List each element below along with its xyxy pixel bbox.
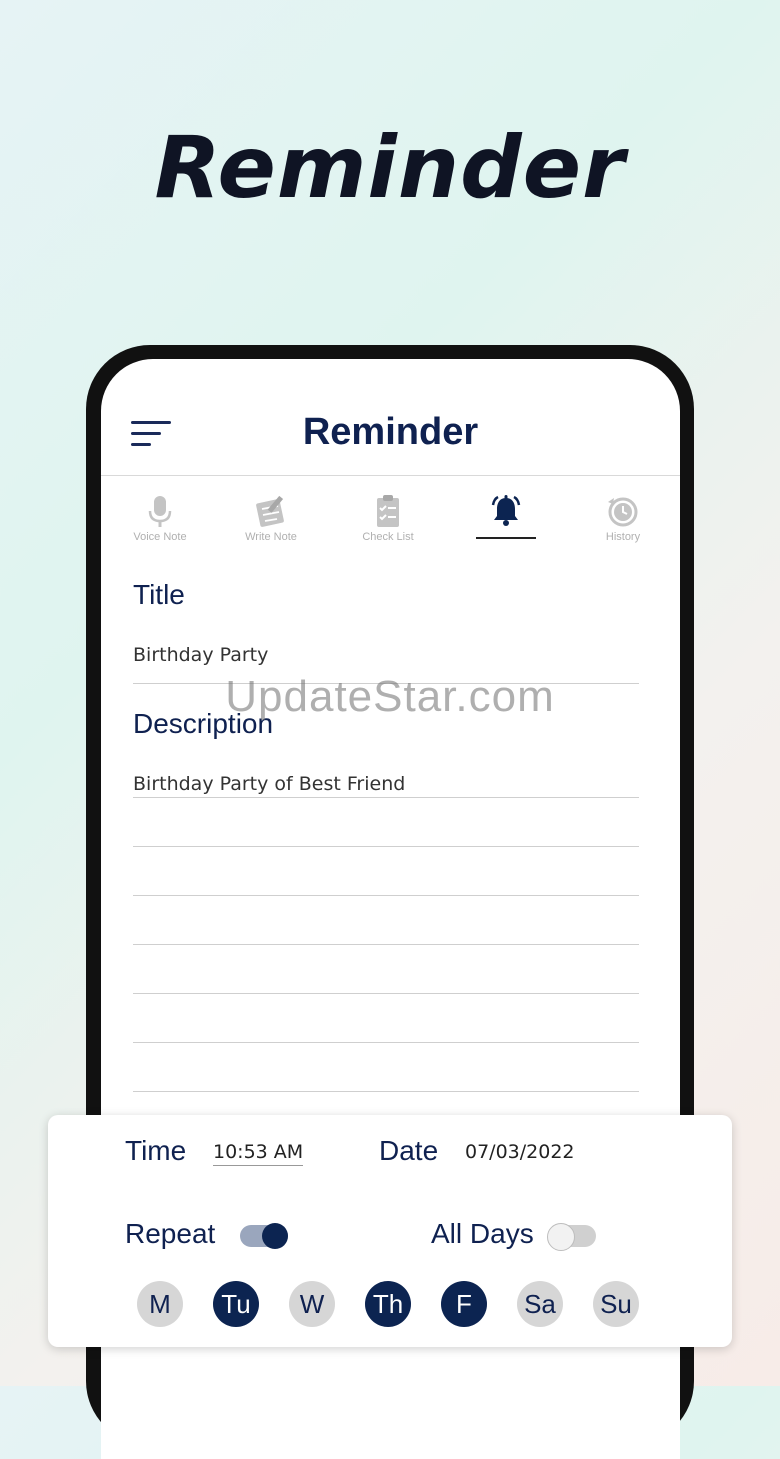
description-line — [133, 1091, 639, 1092]
page-title: Reminder — [302, 411, 479, 453]
all-days-label: All Days — [431, 1218, 534, 1249]
write-note-icon — [256, 495, 284, 527]
day-thursday[interactable]: Th — [365, 1281, 411, 1327]
promo-title: Reminder — [154, 118, 626, 218]
description-line — [133, 846, 639, 847]
all-days-toggle[interactable] — [547, 1223, 596, 1251]
repeat-toggle[interactable] — [240, 1223, 288, 1249]
day-wednesday[interactable]: W — [289, 1281, 335, 1327]
tab-label: Write Note — [245, 531, 297, 543]
description-line — [133, 1042, 639, 1043]
app-header: Reminder — [101, 359, 680, 476]
tab-label: History — [605, 531, 641, 543]
tab-history[interactable]: History — [568, 489, 678, 543]
watermark: UpdateStar.com — [225, 672, 555, 721]
title-input[interactable]: Birthday Party — [133, 644, 268, 666]
toggle-knob — [262, 1223, 288, 1249]
microphone-icon — [148, 496, 172, 527]
day-tuesday[interactable]: Tu — [213, 1281, 259, 1327]
active-tab-indicator — [476, 537, 536, 539]
repeat-label: Repeat — [125, 1218, 216, 1249]
time-field[interactable]: 10:53 AM — [213, 1141, 304, 1166]
bell-icon — [491, 495, 521, 526]
title-label: Title — [133, 579, 185, 610]
date-label: Date — [379, 1135, 439, 1166]
day-monday[interactable]: M — [137, 1281, 183, 1327]
description-line — [133, 895, 639, 896]
tab-write-note[interactable]: Write Note — [216, 489, 326, 543]
history-icon — [608, 497, 638, 527]
tab-label: Check List — [362, 531, 414, 543]
clipboard-icon — [377, 495, 399, 527]
description-line — [133, 797, 639, 798]
description-line — [133, 993, 639, 994]
date-field[interactable]: 07/03/2022 — [465, 1141, 575, 1163]
time-label: Time — [125, 1135, 187, 1166]
day-friday[interactable]: F — [441, 1281, 487, 1327]
tab-label: Voice Note — [133, 531, 187, 543]
tab-bar: Voice Note Write Note Check List History — [101, 489, 680, 549]
reminder-settings-card: Time 10:53 AM Date 07/03/2022 Repeat All… — [48, 1115, 732, 1347]
tab-voice-note[interactable]: Voice Note — [105, 489, 215, 543]
day-sunday[interactable]: Su — [593, 1281, 639, 1327]
description-line — [133, 944, 639, 945]
day-saturday[interactable]: Sa — [517, 1281, 563, 1327]
description-input[interactable]: Birthday Party of Best Friend — [133, 773, 405, 795]
tab-check-list[interactable]: Check List — [333, 489, 443, 543]
toggle-knob — [547, 1223, 575, 1251]
tab-reminder[interactable] — [451, 489, 561, 531]
